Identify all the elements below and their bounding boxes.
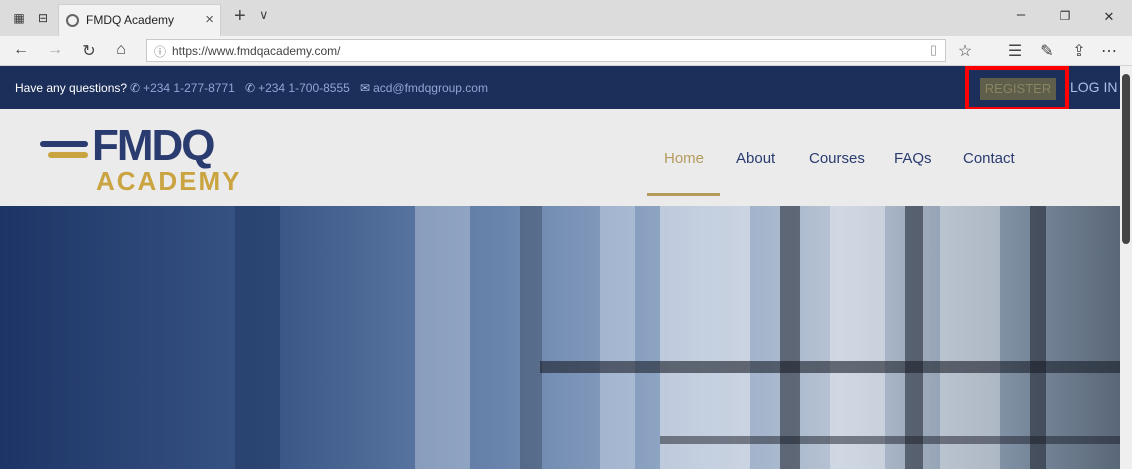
share-icon[interactable]: ⇪	[1070, 41, 1088, 61]
questions-label: Have any questions?	[15, 81, 128, 95]
hero-pillar	[780, 206, 800, 469]
hero-pillar	[600, 206, 635, 469]
reading-view-icon[interactable]: ▯	[930, 42, 937, 58]
login-button[interactable]: LOG IN	[1070, 79, 1117, 95]
site-info-bar: Have any questions? ✆ +234 1-277-8771 ✆ +2…	[0, 66, 1120, 111]
hero-banner	[0, 206, 1120, 469]
email-link[interactable]: ✉ acd@fmdqgroup.com	[360, 81, 488, 95]
tab-actions-icon[interactable]: ▦	[12, 11, 26, 25]
navigation-bar: ← → ↻ ⌂ ⓘ https://www.fmdqacademy.com/ ▯…	[0, 36, 1132, 66]
set-aside-tabs-icon[interactable]: ⊟	[36, 11, 50, 25]
hero-window	[940, 206, 1000, 469]
register-highlight-box	[965, 66, 1069, 111]
hero-pillar	[235, 206, 280, 469]
hero-beam	[540, 361, 1120, 373]
tab-list-chevron-icon[interactable]: ∨	[259, 7, 269, 23]
hero-window	[660, 206, 750, 469]
site-info-icon[interactable]: ⓘ	[154, 43, 166, 60]
browser-window: ▦ ⊟ FMDQ Academy × + ∨ – ❐ ✕ ← → ↻ ⌂ ⓘ h…	[0, 0, 1132, 469]
new-tab-icon[interactable]: +	[234, 5, 246, 28]
hero-pillar	[1030, 206, 1046, 469]
logo-fmdq-text: FMDQ	[92, 121, 216, 170]
home-icon[interactable]: ⌂	[112, 41, 130, 59]
minimize-icon[interactable]: –	[1006, 6, 1036, 23]
phone-icon: ✆	[245, 81, 256, 95]
hero-pillar	[905, 206, 923, 469]
nav-contact[interactable]: Contact	[963, 150, 1015, 167]
page-scrollbar[interactable]	[1120, 66, 1132, 469]
nav-faqs[interactable]: FAQs	[894, 150, 932, 167]
email-text: acd@fmdqgroup.com	[373, 81, 488, 95]
active-nav-underline	[647, 193, 720, 196]
pen-icon[interactable]: ✎	[1038, 41, 1056, 61]
phone-1[interactable]: ✆ +234 1-277-8771	[130, 81, 235, 95]
tab-title: FMDQ Academy	[86, 13, 175, 27]
phone-2[interactable]: ✆ +234 1-700-8555	[245, 81, 350, 95]
forward-icon[interactable]: →	[46, 41, 64, 59]
tab-fmdq-academy[interactable]: FMDQ Academy ×	[58, 4, 221, 36]
hero-pillar	[415, 206, 470, 469]
nav-home[interactable]: Home	[664, 150, 704, 167]
scrollbar-thumb[interactable]	[1122, 74, 1130, 244]
tab-favicon-icon	[66, 14, 79, 27]
tab-close-icon[interactable]: ×	[205, 11, 214, 28]
tab-strip: ▦ ⊟ FMDQ Academy × + ∨ – ❐ ✕	[0, 0, 1132, 36]
nav-about[interactable]: About	[736, 150, 775, 167]
favorites-list-icon[interactable]: ☰	[1006, 41, 1024, 61]
nav-courses[interactable]: Courses	[809, 150, 865, 167]
fmdq-academy-logo[interactable]: FMDQ ACADEMY	[40, 121, 255, 196]
close-window-icon[interactable]: ✕	[1094, 9, 1124, 25]
site-header: FMDQ ACADEMY Home About Courses FAQs Con…	[0, 109, 1120, 206]
back-icon[interactable]: ←	[12, 41, 30, 59]
logo-academy-text: ACADEMY	[96, 166, 242, 196]
restore-icon[interactable]: ❐	[1050, 9, 1080, 23]
url-text[interactable]: https://www.fmdqacademy.com/	[172, 44, 341, 58]
favorite-star-icon[interactable]: ☆	[956, 41, 974, 61]
hero-beam	[660, 436, 1120, 444]
phone-1-text: +234 1-277-8771	[143, 81, 235, 95]
hero-pillar	[520, 206, 542, 469]
address-bar[interactable]: ⓘ https://www.fmdqacademy.com/ ▯	[146, 39, 946, 62]
mail-icon: ✉	[360, 81, 371, 95]
more-icon[interactable]: ⋯	[1100, 41, 1118, 61]
hero-window	[830, 206, 885, 469]
logo-bar-gold	[48, 152, 88, 158]
phone-2-text: +234 1-700-8555	[258, 81, 350, 95]
phone-icon: ✆	[130, 81, 141, 95]
logo-bar-blue	[40, 141, 88, 147]
refresh-icon[interactable]: ↻	[80, 41, 98, 61]
